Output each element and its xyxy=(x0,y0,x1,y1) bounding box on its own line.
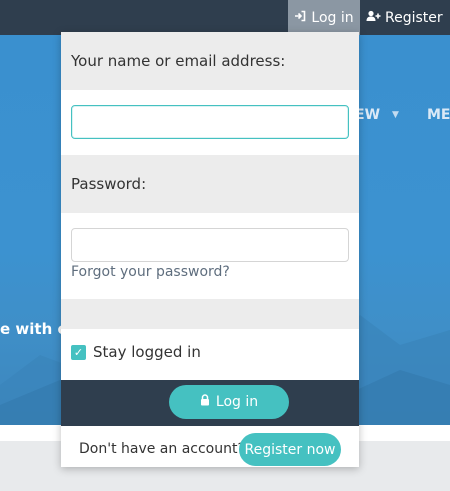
chevron-down-icon: ▼ xyxy=(392,110,399,120)
panel-spacer xyxy=(61,299,359,329)
stay-logged-in-checkbox[interactable]: ✓ Stay logged in xyxy=(71,343,201,361)
login-dropdown-panel: Your name or email address: Password: Fo… xyxy=(61,32,359,467)
user-plus-icon xyxy=(366,10,381,26)
hero-nav-item-2-label: MEN xyxy=(427,107,450,123)
password-label-row: Password: xyxy=(61,155,359,213)
lock-icon xyxy=(200,394,210,410)
no-account-text: Don't have an account? xyxy=(79,441,245,457)
username-input[interactable] xyxy=(71,105,349,139)
nav-login-button[interactable]: Log in xyxy=(288,0,360,35)
hero-nav-item-1[interactable]: EW ▼ xyxy=(355,107,399,123)
username-label-row: Your name or email address: xyxy=(61,32,359,90)
username-label: Your name or email address: xyxy=(71,52,286,70)
nav-register-button[interactable]: Register xyxy=(366,0,450,35)
password-label: Password: xyxy=(71,175,147,193)
hero-nav-item-2[interactable]: MEN xyxy=(427,107,450,123)
forgot-password-link[interactable]: Forgot your password? xyxy=(71,264,230,280)
register-now-button[interactable]: Register now xyxy=(239,433,341,466)
login-submit-label: Log in xyxy=(215,394,259,410)
stay-logged-in-label: Stay logged in xyxy=(93,343,201,361)
login-submit-button[interactable]: Log in xyxy=(169,385,289,419)
nav-login-label: Log in xyxy=(311,9,354,26)
nav-register-label: Register xyxy=(385,9,443,26)
top-navigation-bar: Log in Register xyxy=(0,0,450,35)
sign-in-icon xyxy=(294,10,306,26)
checkmark-icon: ✓ xyxy=(71,344,86,360)
password-input[interactable] xyxy=(71,228,349,262)
